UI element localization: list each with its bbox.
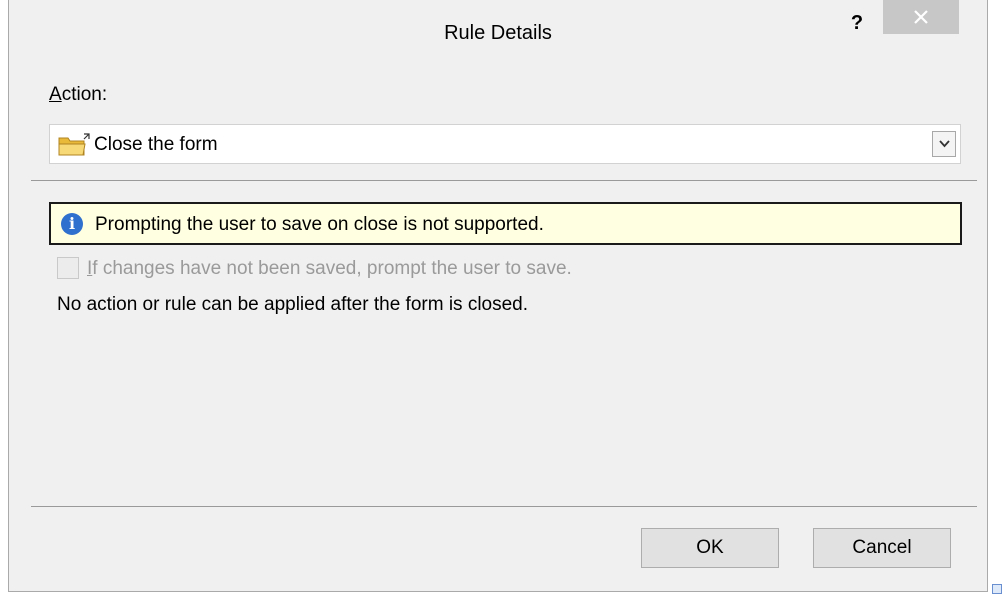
dialog-title: Rule Details [444,22,552,44]
cancel-button[interactable]: Cancel [813,528,951,568]
prompt-save-checkbox[interactable] [57,257,79,279]
title-bar[interactable]: Rule Details ? [9,0,987,66]
closing-note: No action or rule can be applied after t… [57,294,529,315]
prompt-save-checkbox-label: If changes have not been saved, prompt t… [87,258,572,280]
action-label-accelerator: A [49,84,62,105]
action-dropdown-value: Close the form [94,134,218,155]
close-button[interactable] [883,0,959,34]
bottom-divider [31,506,977,507]
resize-grip[interactable] [992,584,1002,594]
action-dropdown[interactable]: Close the form [49,124,961,164]
action-label-text: ction: [61,84,108,105]
info-bar: i Prompting the user to save on close is… [49,202,962,245]
top-divider [31,180,977,181]
dropdown-arrow-button[interactable] [932,131,956,157]
close-icon [914,10,928,24]
action-label: Action: [49,84,107,106]
help-button[interactable]: ? [845,10,869,36]
rule-details-dialog: Rule Details ? Action: Close the form i … [8,0,988,592]
ok-button[interactable]: OK [641,528,779,568]
folder-icon [58,133,90,156]
prompt-save-label-text: f changes have not been saved, prompt th… [92,258,572,279]
chevron-down-icon [939,140,950,148]
info-message: Prompting the user to save on close is n… [95,214,544,235]
info-icon: i [61,213,83,235]
